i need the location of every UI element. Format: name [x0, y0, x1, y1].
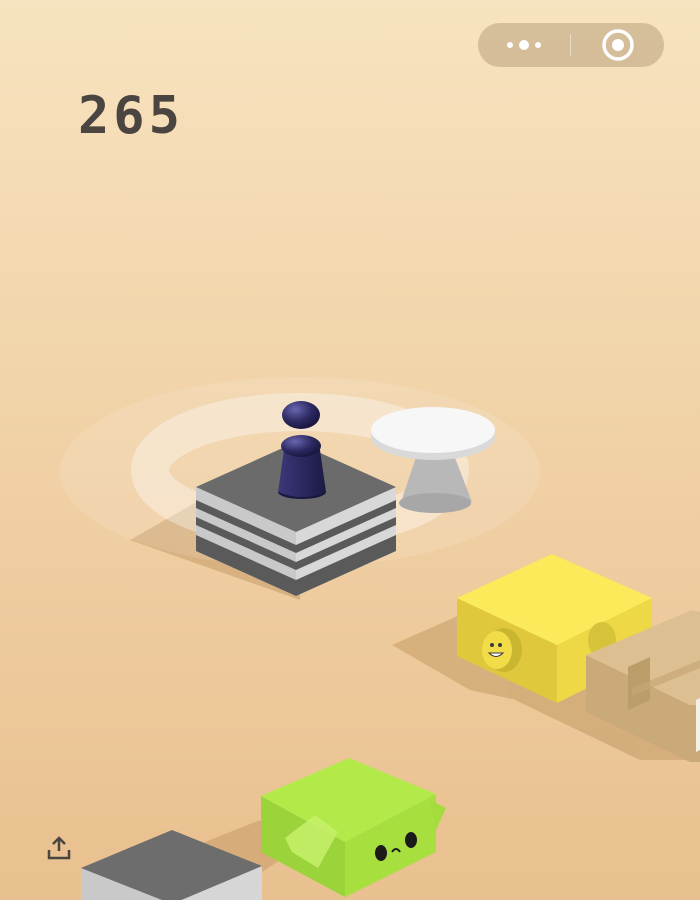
more-dot-center [519, 40, 529, 50]
mini-program-capsule [478, 23, 664, 67]
score-counter: 265 [78, 86, 184, 146]
more-dot-right [535, 42, 541, 48]
player-piece[interactable] [278, 401, 326, 499]
target-circle-icon [601, 29, 634, 61]
green-face-block [261, 758, 446, 897]
share-upload-icon [47, 836, 71, 860]
close-button[interactable] [571, 23, 664, 67]
share-button[interactable] [44, 834, 74, 864]
more-dots-icon [507, 42, 513, 48]
more-button[interactable] [478, 23, 570, 67]
